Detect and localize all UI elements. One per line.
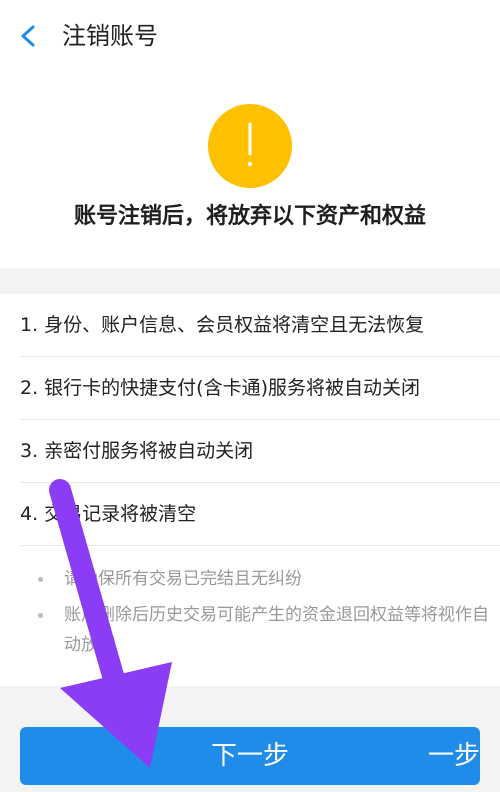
header-bar: 注销账号 — [0, 0, 500, 70]
list-item: 4. 交易记录将被清空 — [20, 483, 500, 546]
warning-exclamation-icon — [208, 104, 292, 188]
list-item: 3. 亲密付服务将被自动关闭 — [20, 420, 500, 483]
next-step-button[interactable]: 下一步 — [20, 727, 480, 785]
section-divider — [0, 268, 500, 294]
note-text: 账户删除后历史交易可能产生的资金退回权益等将视作自动放弃 — [64, 605, 489, 655]
bullet-dot-icon — [38, 613, 43, 618]
notes-section: 请确保所有交易已完结且无纠纷 账户删除后历史交易可能产生的资金退回权益等将视作自… — [0, 556, 500, 686]
back-button[interactable] — [10, 18, 46, 54]
list-item: 1. 身份、账户信息、会员权益将清空且无法恢复 — [20, 294, 500, 357]
forfeit-list: 1. 身份、账户信息、会员权益将清空且无法恢复 2. 银行卡的快捷支付(含卡通)… — [0, 294, 500, 546]
warning-section: 账号注销后，将放弃以下资产和权益 — [0, 70, 500, 268]
back-chevron-icon[interactable] — [18, 24, 38, 48]
warning-heading: 账号注销后，将放弃以下资产和权益 — [73, 204, 426, 229]
note-text: 请确保所有交易已完结且无纠纷 — [64, 569, 302, 589]
bullet-dot-icon — [38, 577, 43, 582]
list-item: 2. 银行卡的快捷支付(含卡通)服务将被自动关闭 — [20, 357, 500, 420]
next-step-ghost-label: 一步 — [428, 741, 481, 771]
page-title: 注销账号 — [62, 22, 158, 50]
